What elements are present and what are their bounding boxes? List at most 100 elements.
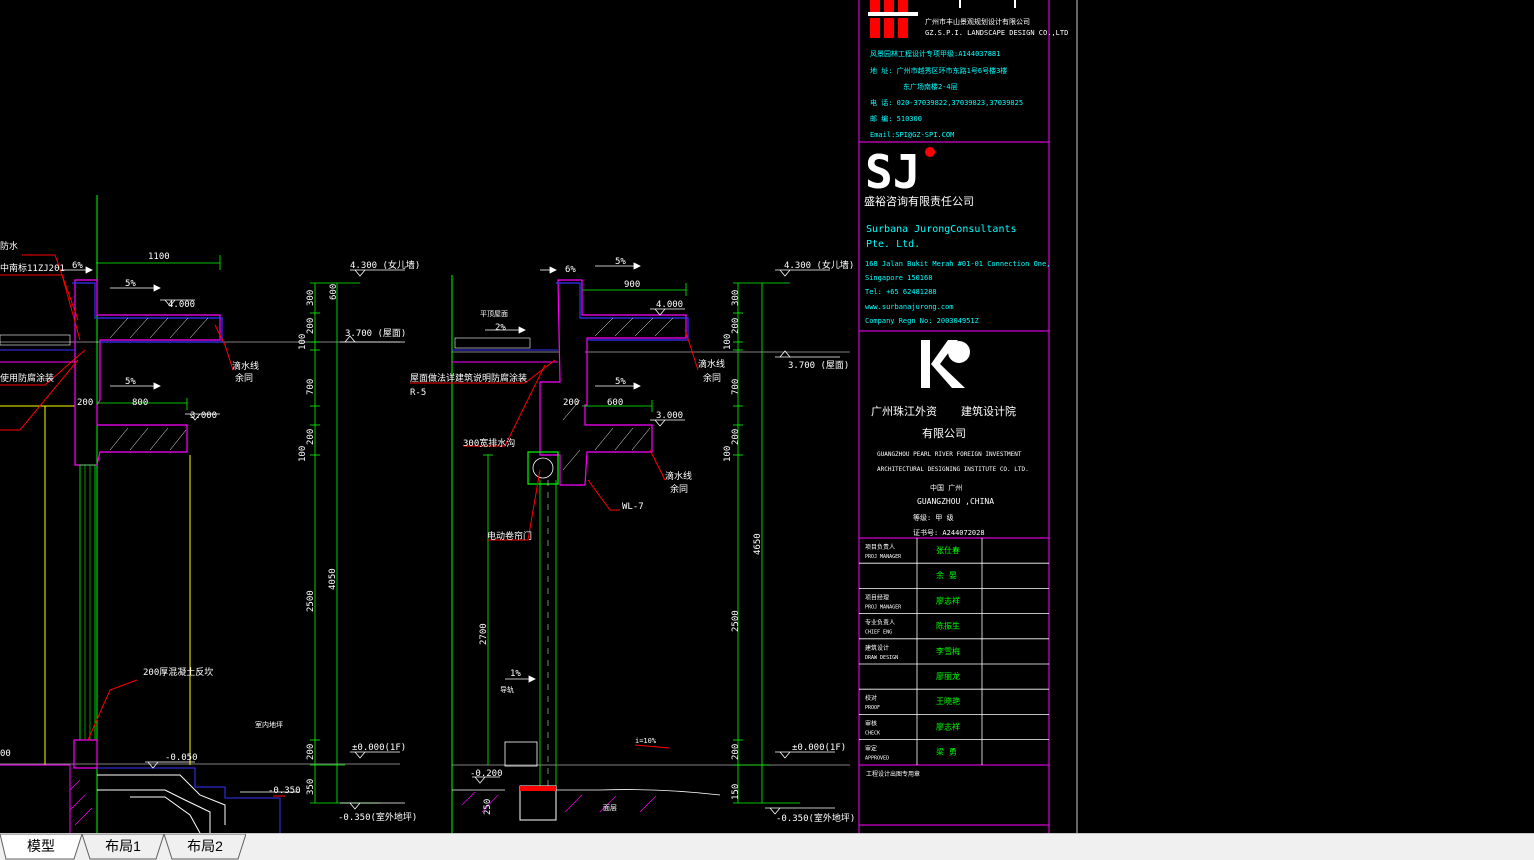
sig-role-label: 建筑设计	[865, 644, 889, 652]
dim-600: 600	[607, 398, 623, 408]
firm2-addr: 168 Jalan Bukit Merah #01-01 Connection …	[865, 260, 1050, 268]
sig-role-label: 校对	[865, 694, 877, 702]
firm2-name-en2: Pte. Ltd.	[866, 239, 920, 250]
dim-200-left: 200	[77, 398, 93, 408]
sig-role-label: 审核	[865, 719, 877, 727]
tab-layout2[interactable]: 布局2	[164, 834, 246, 860]
vertical-dim-label: 600	[329, 284, 339, 300]
note-drip2-left: 余同	[235, 372, 253, 384]
vertical-dim-label: 200	[731, 318, 741, 334]
firm3-en1: GUANGZHOU PEARL RIVER FOREIGN INVESTMENT	[877, 451, 1022, 458]
sig-role-label: 审定	[865, 745, 877, 753]
vertical-dim-label: 700	[731, 379, 741, 395]
note-room: 室内地坪	[255, 720, 283, 729]
firm1-tel: 电 话: 020-37039822,37039823,37039825	[870, 98, 1023, 107]
note-paint: 屋面做法详建筑说明防腐涂装	[410, 372, 527, 384]
elev-top-left: 4.300 (女儿墙)	[350, 259, 420, 271]
sig-role-label-en: APPROVED	[865, 756, 889, 762]
sig-name: 李雪梅	[936, 646, 960, 656]
elev-outdoor-left: -0.350(室外地坪)	[338, 811, 417, 823]
firm2-name-cn: 盛裕咨询有限责任公司	[864, 194, 974, 208]
slope-6-left: 6%	[72, 261, 83, 271]
vertical-dim-label: 700	[306, 379, 316, 395]
firm3-loc-en: GUANGZHOU ,CHINA	[917, 497, 994, 506]
sig-name: 王晓艳	[936, 696, 960, 706]
elev-roof-right: 3.700 (屋面)	[788, 360, 849, 371]
firm2-name-en1: Surbana JurongConsultants	[866, 224, 1017, 235]
signature-rows: 项目负责人 PROJ MANAGER 张仕春余 晏项目经理 PROJ MANAGER 廖…	[859, 543, 1049, 762]
elev-ground-right: ±0.000(1F)	[792, 743, 846, 753]
firm3-logo	[921, 340, 970, 388]
note-upper: 平顶屋面	[480, 310, 508, 318]
sig-name: 廖志祥	[936, 721, 960, 731]
sig-role-label-en: PROJ MANAGER	[865, 604, 902, 610]
slab-mid-left: 3.000	[190, 411, 217, 421]
note-rollingdoor: 电动卷帘门	[487, 530, 532, 542]
left-wall-section: 1100 4.300 (女儿墙) 4.000 3.700 (屋面) 800 20…	[0, 195, 420, 833]
note-drip2-right-lower: 余同	[670, 483, 688, 495]
dim-800: 800	[132, 398, 148, 408]
note-wall: 200厚混凝土反坎	[143, 666, 213, 678]
sig-role-label: 项目负责人	[865, 543, 895, 551]
note-end: 面层	[603, 804, 617, 812]
layout-tab-bar: 模型 布局1 布局2	[0, 833, 1534, 860]
sig-name: 梁 勇	[936, 748, 957, 757]
vertical-dim-label: 150	[731, 784, 741, 800]
dim-200-right: 200	[563, 398, 579, 408]
firm3-cert: 证书号: A244072028	[913, 528, 985, 537]
firm1-name-en: GZ.S.P.I. LANDSCAPE DESIGN CO.,LTD	[925, 29, 1068, 37]
firm2-web: www.surbanajurong.com	[865, 303, 954, 311]
svg-text:SJ: SJ	[865, 145, 920, 199]
note-r5: R-5	[410, 388, 426, 398]
note-drip-right-lower: 滴水线	[665, 470, 692, 482]
firm3-loc: 中国 广州	[930, 483, 962, 492]
vertical-dim-label: 300	[731, 290, 741, 306]
vertical-dim-label: 200	[306, 429, 316, 445]
note-ref: 中南标11ZJ201	[0, 262, 65, 274]
sig-name: 张仕春	[936, 545, 960, 555]
tab-layout1[interactable]: 布局1	[82, 834, 164, 860]
firm3-name3: 有限公司	[922, 426, 966, 440]
dim-250: 250	[483, 799, 493, 815]
slab-top-right: 4.000	[656, 300, 683, 310]
right-vertical-dims: 30020010070020010025004650200150	[723, 290, 763, 800]
sig-role-label-en: PROOF	[865, 705, 880, 711]
elev-outdoor-right: -0.350(室外地坪)	[776, 812, 855, 824]
tab-model[interactable]: 模型	[0, 834, 82, 860]
slope-5b-left: 5%	[125, 377, 136, 387]
firm1-name: 广州市丰山景观规划设计有限公司	[925, 17, 1030, 26]
slab-mid-right: 3.000	[656, 411, 683, 421]
elev-neg020: -0.200	[470, 769, 503, 779]
elev-neg035-left: -0.350	[268, 786, 301, 796]
firm2-reg: Company Regn No: 200304951Z	[865, 317, 979, 325]
vertical-dim-label: 200	[306, 744, 316, 760]
slope-1: 1%	[510, 669, 521, 679]
note-drip-left: 滴水线	[232, 360, 259, 372]
firm2-addr2: Singapore 150168	[865, 274, 932, 282]
sig-role-label-en: CHIEF ENG	[865, 630, 892, 636]
dim-1100: 1100	[148, 252, 170, 262]
slope-2: 2%	[495, 323, 506, 333]
vertical-dim-label: 200	[731, 744, 741, 760]
firm1-zip: 邮 编: 510300	[870, 114, 922, 123]
note-guide: 导轨	[500, 685, 514, 694]
vertical-dim-label: 300	[306, 290, 316, 306]
cad-model-space[interactable]: 1100 4.300 (女儿墙) 4.000 3.700 (屋面) 800 20…	[0, 0, 1534, 833]
vertical-dim-label: 200	[731, 429, 741, 445]
note-drip-right: 滴水线	[698, 358, 725, 370]
sig-role-label-en: PROJ MANAGER	[865, 554, 902, 560]
elev-neg005: -0.050	[165, 753, 198, 763]
firm3-en2: ARCHITECTURAL DESIGNING INSTITUTE CO. LT…	[877, 466, 1029, 473]
sig-role-label-en: DRAW DESIGN	[865, 655, 898, 661]
firm3-name1: 广州珠江外资	[871, 404, 937, 418]
sig-role-label: 专业负责人	[865, 619, 895, 627]
title-block: 广州市丰山景观规划设计有限公司 GZ.S.P.I. LANDSCAPE DESI…	[858, 0, 1078, 833]
firm1-address: 地 址: 广州市越秀区环市东路1号6号楼3楼	[870, 66, 1007, 75]
sig-name: 廖志祥	[936, 595, 960, 605]
note-drip2-right: 余同	[703, 372, 721, 384]
dim-2700: 2700	[479, 623, 489, 645]
firm1-address2: 东广场南楼2-4层	[903, 82, 958, 91]
dim-900: 900	[624, 280, 640, 290]
elev-ground-left: ±0.000(1F)	[352, 743, 406, 753]
note-waterproof: 防水	[0, 240, 18, 252]
